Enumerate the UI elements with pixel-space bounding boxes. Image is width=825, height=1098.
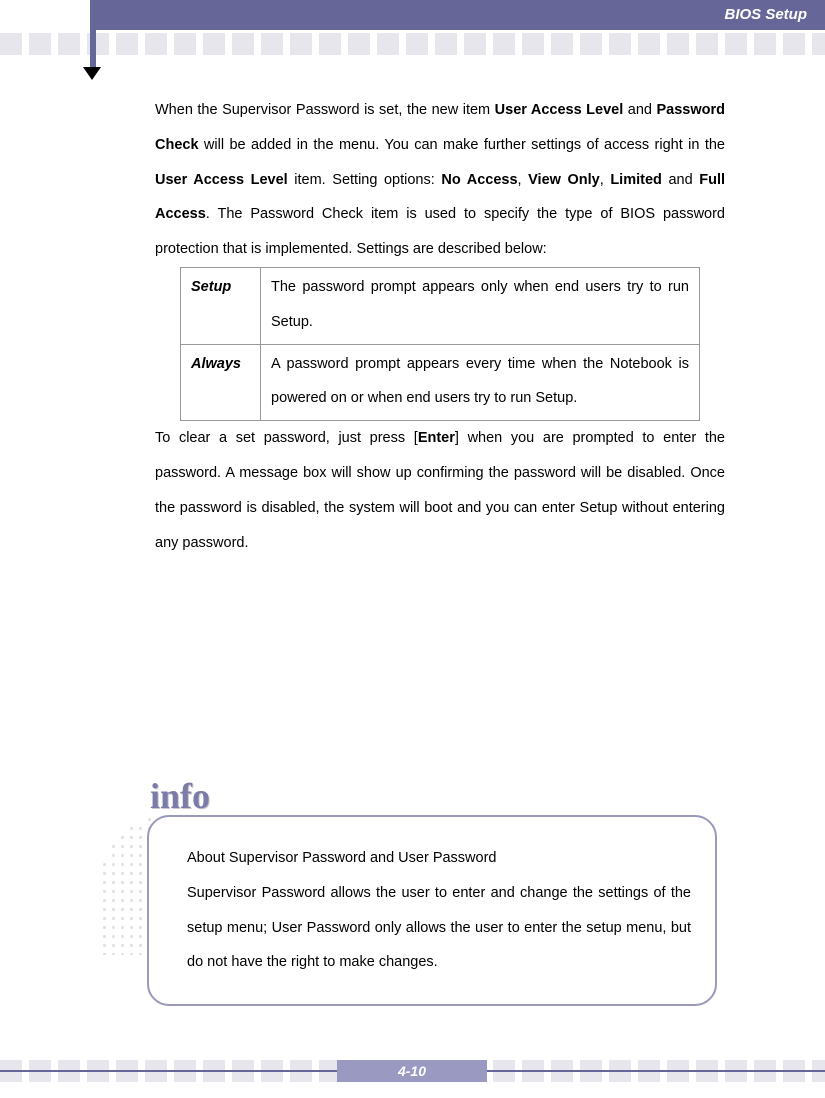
table-header-cell: Always: [181, 344, 261, 421]
page-number: 4-10: [337, 1060, 487, 1082]
text: will be added in the menu. You can make …: [199, 137, 725, 153]
text: To clear a set password, just press [: [155, 430, 418, 446]
text: and: [623, 102, 656, 118]
header-title: BIOS Setup: [724, 6, 807, 23]
table-cell: The password prompt appears only when en…: [261, 267, 700, 344]
text-bold: User Access Level: [495, 102, 624, 118]
table-row: Setup The password prompt appears only w…: [181, 267, 700, 344]
text-bold: User Access Level: [155, 172, 288, 188]
arrow-stem-thick: [90, 30, 96, 70]
table-row: Always A password prompt appears every t…: [181, 344, 700, 421]
text-bold: Enter: [418, 430, 455, 446]
info-box: About Supervisor Password and User Passw…: [147, 815, 717, 1006]
text: When the Supervisor Password is set, the…: [155, 102, 495, 118]
paragraph-2: To clear a set password, just press [Ent…: [155, 421, 725, 560]
text: ] when you are prompted to enter the pas…: [155, 430, 725, 550]
decorative-squares-top: [0, 33, 825, 55]
text: . The Password Check item is used to spe…: [155, 206, 725, 257]
text-bold: No Access: [441, 172, 517, 188]
paragraph-1: When the Supervisor Password is set, the…: [155, 93, 725, 267]
text-bold: View Only: [528, 172, 600, 188]
arrow-down-icon: [83, 67, 101, 80]
text: ,: [518, 172, 529, 188]
table-cell: A password prompt appears every time whe…: [261, 344, 700, 421]
table-header-cell: Setup: [181, 267, 261, 344]
info-body: Supervisor Password allows the user to e…: [187, 876, 691, 980]
info-heading: About Supervisor Password and User Passw…: [187, 841, 691, 876]
info-label: info: [150, 775, 210, 817]
text: and: [662, 172, 699, 188]
text: item. Setting options:: [288, 172, 442, 188]
main-content: When the Supervisor Password is set, the…: [155, 93, 725, 560]
text: ,: [600, 172, 611, 188]
settings-table: Setup The password prompt appears only w…: [180, 267, 700, 421]
text-bold: Limited: [610, 172, 662, 188]
header-bar: BIOS Setup: [93, 0, 825, 30]
